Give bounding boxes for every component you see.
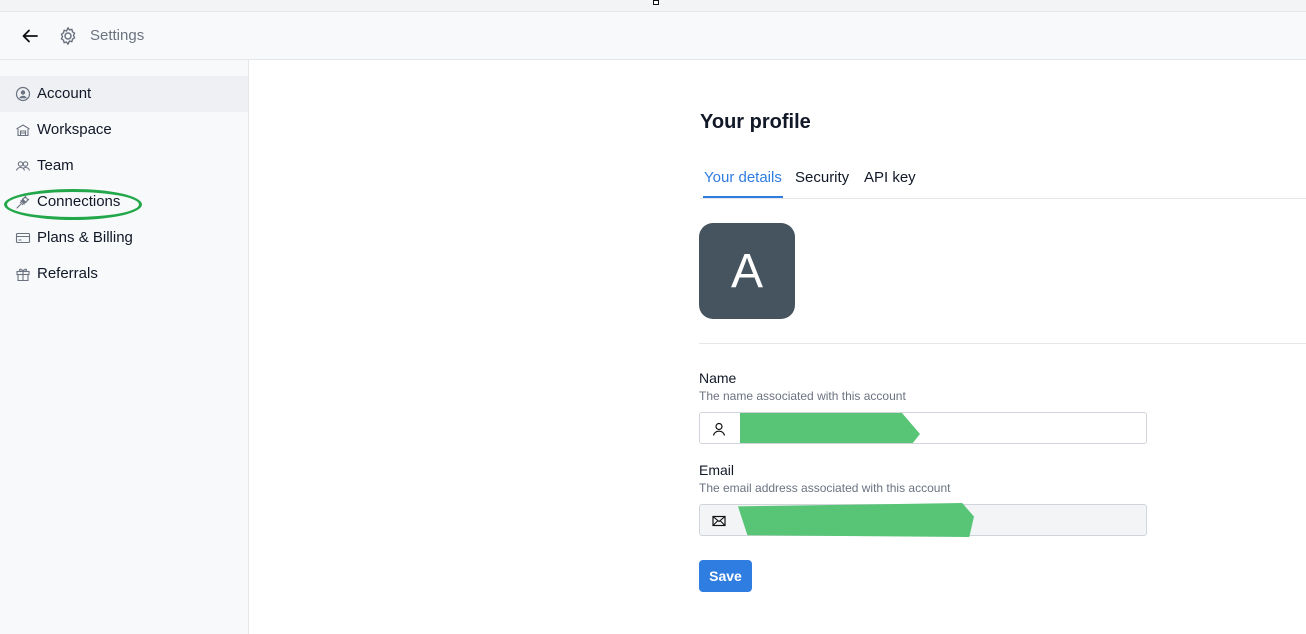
email-help-text: The email address associated with this a…	[699, 481, 951, 495]
avatar-initial: A	[730, 244, 763, 298]
sidebar-item-plans-billing[interactable]: Plans & Billing	[0, 220, 248, 256]
tabs-divider	[700, 198, 1306, 199]
sidebar-item-label: Plans & Billing	[37, 229, 133, 246]
tab-api-key[interactable]: API key	[864, 169, 916, 186]
sidebar-item-label: Connections	[37, 193, 121, 210]
user-icon	[712, 422, 726, 436]
redaction-mark	[740, 413, 920, 443]
tab-your-details[interactable]: Your details	[704, 169, 782, 186]
name-label: Name	[699, 370, 737, 386]
users-icon	[15, 161, 31, 171]
sidebar-item-referrals[interactable]: Referrals	[0, 256, 248, 292]
email-label: Email	[699, 462, 735, 478]
gift-icon	[16, 268, 30, 282]
page-title-settings: Settings	[90, 27, 145, 44]
sidebar-item-label: Workspace	[37, 121, 112, 138]
sidebar-item-team[interactable]: Team	[0, 148, 248, 184]
back-button[interactable]	[18, 26, 42, 46]
mail-icon	[712, 515, 726, 527]
section-divider	[699, 343, 1306, 344]
email-field[interactable]	[699, 503, 1147, 537]
gear-icon	[60, 27, 76, 45]
page-title: Your profile	[700, 111, 811, 133]
save-button[interactable]: Save	[699, 560, 752, 592]
active-tab-indicator	[703, 196, 783, 198]
window-top-strip	[0, 0, 1306, 12]
avatar[interactable]: A	[699, 223, 795, 319]
settings-header: Settings	[0, 12, 1306, 60]
sidebar-item-label: Team	[37, 157, 74, 174]
sidebar-item-account[interactable]: Account	[0, 76, 248, 112]
settings-sidebar: Account Workspace Team Connections Plans…	[0, 60, 249, 634]
name-field[interactable]	[699, 412, 1147, 444]
sidebar-item-label: Referrals	[37, 265, 98, 282]
name-help-text: The name associated with this account	[699, 389, 906, 403]
tab-security[interactable]: Security	[795, 169, 849, 186]
sidebar-item-workspace[interactable]: Workspace	[0, 112, 248, 148]
arrow-left-icon	[22, 29, 38, 43]
sidebar-item-connections[interactable]: Connections	[0, 184, 248, 220]
profile-panel: Your profile Your details Security API k…	[249, 60, 1306, 634]
building-icon	[16, 124, 30, 137]
user-circle-icon	[15, 86, 31, 102]
redaction-mark	[738, 503, 974, 537]
sidebar-item-label: Account	[37, 85, 92, 102]
plug-icon	[16, 195, 30, 209]
credit-card-icon	[15, 232, 31, 244]
resize-handle[interactable]	[653, 0, 659, 5]
